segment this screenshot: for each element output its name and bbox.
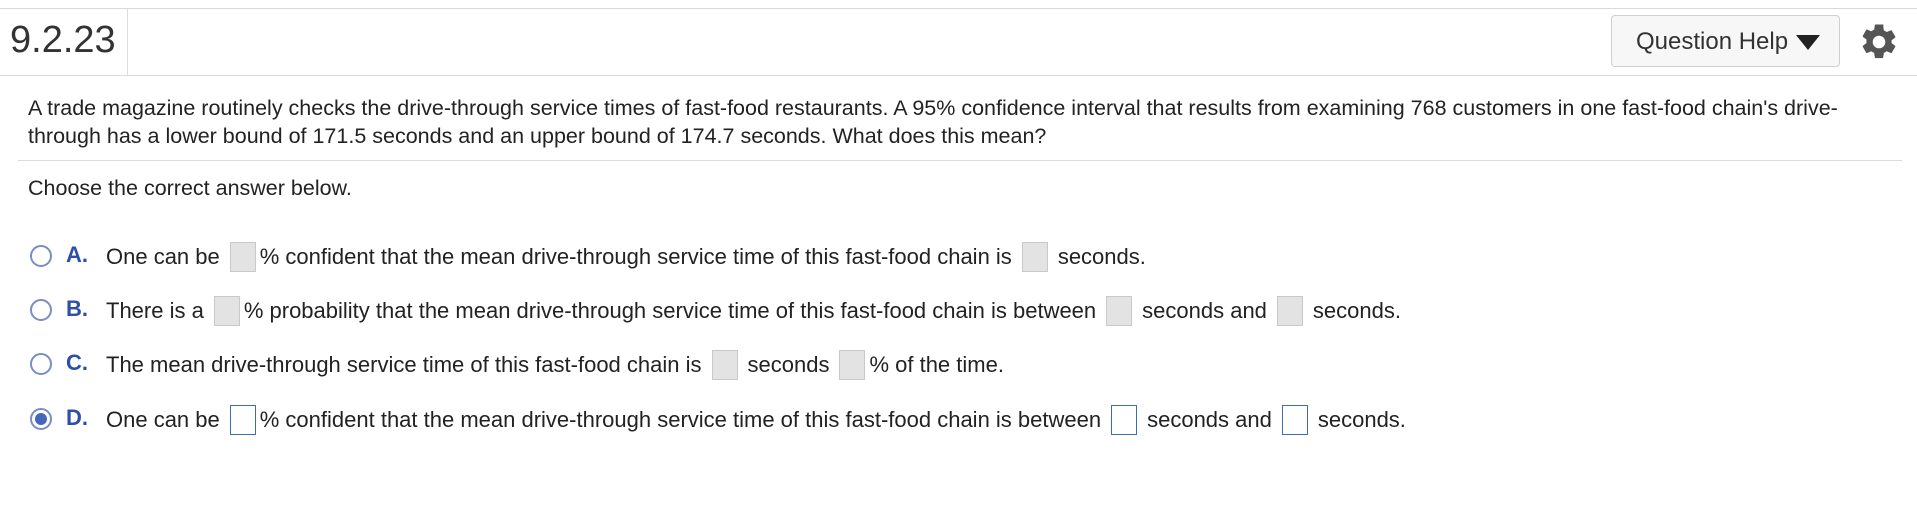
radio-button-c[interactable] [30,353,52,375]
option-c-seconds-blank[interactable] [711,350,738,380]
caret-down-icon [1796,35,1820,50]
option-b-text-3: seconds and [1142,298,1267,323]
option-d-lower-input[interactable] [1111,405,1138,435]
option-b-body: There is a % probability that the mean d… [106,294,1401,328]
option-b-probability-blank[interactable] [213,296,240,326]
question-header: 9.2.23 Question Help [0,9,1917,76]
option-c-text-1: The mean drive-through service time of t… [106,352,702,377]
option-b-upper-blank[interactable] [1276,296,1303,326]
question-divider [18,160,1902,161]
question-help-button[interactable]: Question Help [1611,15,1840,67]
option-a-confidence-blank[interactable] [229,242,256,272]
option-a-body: One can be % confident that the mean dri… [106,240,1146,274]
option-letter-d: D. [66,405,88,430]
option-d-confidence-input[interactable] [229,405,256,435]
instruction-text: Choose the correct answer below. [28,176,352,200]
option-d-text-2: % confident that the mean drive-through … [259,407,1102,432]
option-d-upper-input[interactable] [1281,405,1308,435]
option-b-text-2: % probability that the mean drive-throug… [243,298,1097,323]
option-letter-b: B. [66,296,88,321]
radio-button-b[interactable] [30,299,52,321]
question-help-label: Question Help [1636,28,1789,55]
option-d-body: One can be % confident that the mean dri… [106,403,1406,437]
option-c-text-3: % of the time. [869,352,1004,377]
option-a-seconds-blank[interactable] [1021,242,1048,272]
option-a-text-2: % confident that the mean drive-through … [259,244,1012,269]
question-number: 9.2.23 [10,19,116,61]
option-a-text-1: One can be [106,244,220,269]
option-letter-c: C. [66,350,88,375]
option-b-text-4: seconds. [1312,298,1401,323]
option-letter-a: A. [66,242,88,267]
option-c-text-2: seconds [747,352,830,377]
option-d-text-1: One can be [106,407,220,432]
header-divider [127,9,128,75]
option-d-text-4: seconds. [1317,407,1406,432]
option-a-text-3: seconds. [1057,244,1146,269]
option-b-text-1: There is a [106,298,204,323]
radio-button-a[interactable] [30,245,52,267]
radio-button-d[interactable] [30,408,52,430]
option-d-text-3: seconds and [1147,407,1272,432]
question-text: A trade magazine routinely checks the dr… [28,96,1838,148]
gear-icon[interactable] [1858,21,1900,63]
option-c-body: The mean drive-through service time of t… [106,348,1004,382]
option-b-lower-blank[interactable] [1106,296,1133,326]
option-c-percent-blank[interactable] [839,350,866,380]
